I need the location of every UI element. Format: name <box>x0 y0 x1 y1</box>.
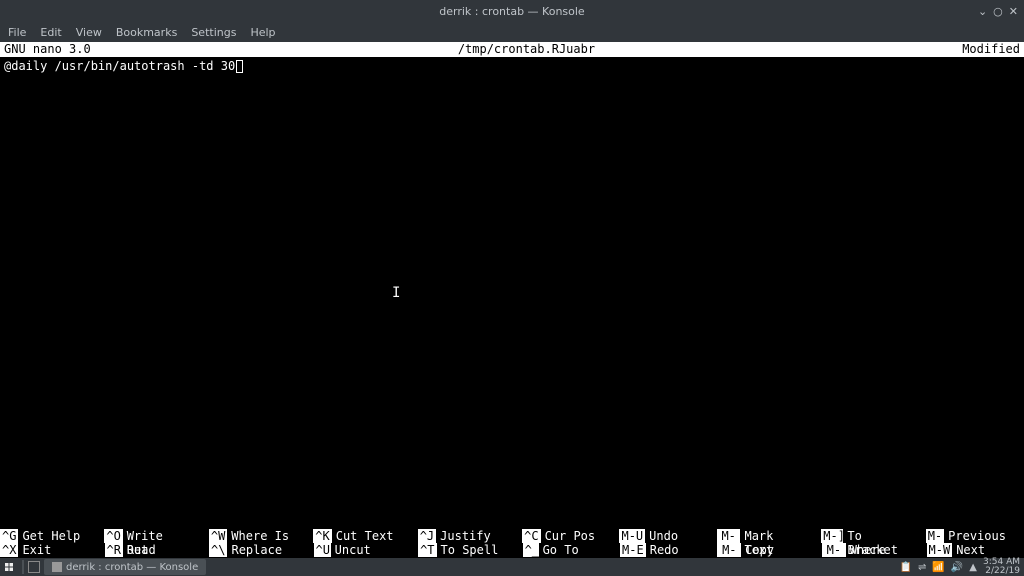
window-titlebar: derrik : crontab — Konsole ⌄ ○ ✕ <box>0 0 1024 22</box>
clock-date: 2/22/19 <box>983 567 1020 576</box>
shortcut-key: ^J <box>418 529 436 543</box>
menu-file[interactable]: File <box>8 26 26 39</box>
shortcut-key: ^W <box>209 529 227 543</box>
nano-footer: ^G Get Help ^O Write Out ^W Where Is ^K Cut … <box>0 529 1024 558</box>
shortcut-key: M-W <box>927 543 953 557</box>
task-item-konsole[interactable]: derrik : crontab — Konsole <box>44 559 206 575</box>
shortcut-label: Copy Text <box>745 543 804 557</box>
shortcut-label: Go To Line <box>543 543 602 557</box>
shortcut-label: Next <box>956 543 985 557</box>
shortcut-key: M-E <box>620 543 646 557</box>
shortcut-key: ^U <box>314 543 331 557</box>
shortcut-key: ^C <box>522 529 540 543</box>
menubar: File Edit View Bookmarks Settings Help <box>0 22 1024 42</box>
shortcut-label: Justify <box>440 529 491 543</box>
shortcut-label: Previous <box>948 529 1006 543</box>
shortcut-label: Get Help <box>22 529 80 543</box>
shortcut-key: M-Q <box>822 543 846 557</box>
editor-area[interactable]: @daily /usr/bin/autotrash -td 30 I <box>0 57 1024 529</box>
shortcut-key: ^O <box>104 529 122 543</box>
chevron-up-icon[interactable]: ▲ <box>969 562 977 573</box>
shortcut-key: M-] <box>821 529 843 543</box>
nano-version: GNU nano 3.0 <box>4 42 91 57</box>
shortcut-key: ^_ <box>523 543 539 557</box>
window-controls: ⌄ ○ ✕ <box>978 0 1018 22</box>
shortcut-label: Replace <box>231 543 282 557</box>
application-launcher-icon[interactable] <box>0 558 18 576</box>
shortcut-key: M-6 <box>717 543 741 557</box>
shortcut-label: Cut Text <box>336 529 394 543</box>
menu-view[interactable]: View <box>76 26 102 39</box>
shortcut-label: To Spell <box>441 543 499 557</box>
konsole-icon <box>52 562 62 572</box>
shortcut-label: Write Out <box>127 529 191 543</box>
taskbar-separator <box>22 560 24 574</box>
volume-icon[interactable]: 🔊 <box>951 562 963 573</box>
nano-header: GNU nano 3.0 /tmp/crontab.RJuabr Modifie… <box>0 42 1024 57</box>
shortcut-label: Mark Text <box>744 529 803 543</box>
shortcut-key: ^K <box>313 529 331 543</box>
text-cursor-icon: I <box>392 285 400 301</box>
task-label: derrik : crontab — Konsole <box>66 562 198 573</box>
nano-shortcuts-row-2: ^X Exit ^R Read File ^\ Replace ^U Uncut Tex… <box>0 543 1024 557</box>
taskbar: derrik : crontab — Konsole 📋 ⇌ 📶 🔊 ▲ 3:5… <box>0 558 1024 576</box>
shortcut-key: ^G <box>0 529 18 543</box>
menu-settings[interactable]: Settings <box>191 26 236 39</box>
clipboard-icon[interactable]: 📋 <box>900 562 912 573</box>
shortcut-label: Redo <box>650 543 679 557</box>
wifi-icon[interactable]: 📶 <box>932 562 944 573</box>
maximize-icon[interactable]: ○ <box>993 5 1003 18</box>
cursor <box>236 60 243 73</box>
pager-icon[interactable] <box>28 561 40 573</box>
nano-shortcuts-row-1: ^G Get Help ^O Write Out ^W Where Is ^K Cut … <box>0 529 1024 543</box>
minimize-icon[interactable]: ⌄ <box>978 5 987 18</box>
shortcut-label: To Bracket <box>847 529 907 543</box>
system-tray: 📋 ⇌ 📶 🔊 ▲ 3:54 AM 2/22/19 <box>900 558 1020 576</box>
menu-edit[interactable]: Edit <box>40 26 61 39</box>
shortcut-key: ^R <box>105 543 123 557</box>
close-icon[interactable]: ✕ <box>1009 5 1018 18</box>
menu-bookmarks[interactable]: Bookmarks <box>116 26 177 39</box>
network-icon[interactable]: ⇌ <box>918 562 926 573</box>
shortcut-label: Read File <box>127 543 191 557</box>
shortcut-key: M-Q <box>926 529 944 543</box>
window-title: derrik : crontab — Konsole <box>439 5 584 18</box>
menu-help[interactable]: Help <box>250 26 275 39</box>
shortcut-label: Cur Pos <box>545 529 596 543</box>
clock[interactable]: 3:54 AM 2/22/19 <box>983 558 1020 576</box>
shortcut-label: Uncut Text <box>335 543 400 557</box>
editor-content: @daily /usr/bin/autotrash -td 30 <box>4 59 235 73</box>
shortcut-label: Exit <box>22 543 51 557</box>
shortcut-key: M-A <box>717 529 741 543</box>
shortcut-key: ^X <box>0 543 18 557</box>
shortcut-key: M-U <box>619 529 645 543</box>
shortcut-key: ^\ <box>209 543 227 557</box>
shortcut-label: Where Is <box>231 529 289 543</box>
nano-status: Modified <box>962 42 1020 57</box>
shortcut-key: ^T <box>418 543 436 557</box>
shortcut-label: Undo <box>649 529 678 543</box>
nano-filename: /tmp/crontab.RJuabr <box>91 42 963 57</box>
shortcut-label: Where Was <box>850 543 909 557</box>
terminal[interactable]: GNU nano 3.0 /tmp/crontab.RJuabr Modifie… <box>0 42 1024 558</box>
